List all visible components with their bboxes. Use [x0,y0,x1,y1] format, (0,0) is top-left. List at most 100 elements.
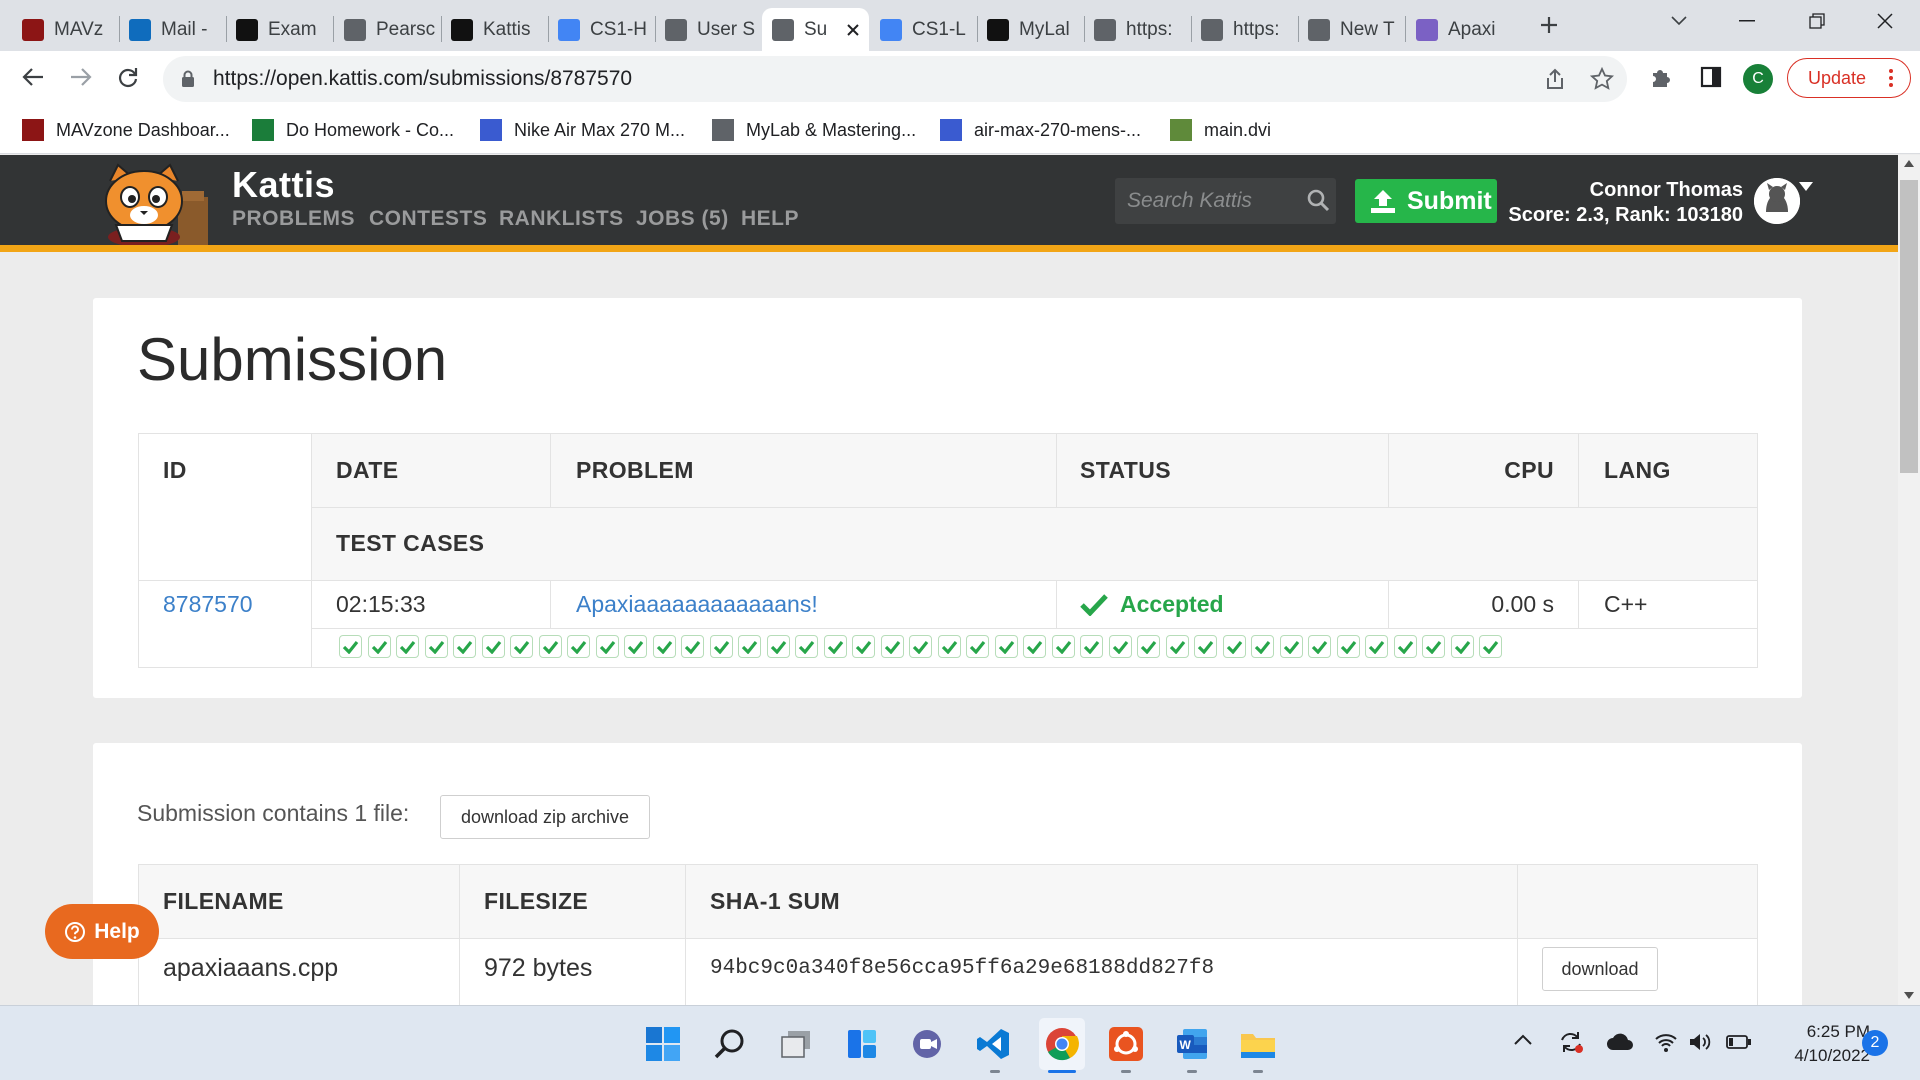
test-case-passed[interactable] [1165,635,1189,658]
ubuntu-app-icon[interactable] [1106,1024,1146,1064]
url-text[interactable]: https://open.kattis.com/submissions/8787… [213,64,632,94]
download-zip-button[interactable]: download zip archive [440,795,650,839]
browser-tab[interactable]: Mail - [119,8,226,51]
task-view-icon[interactable] [776,1024,816,1064]
chrome-taskbar-icon[interactable] [1039,1018,1085,1070]
test-case-passed[interactable] [481,635,505,658]
browser-tab[interactable]: Kattis [441,8,548,51]
bookmark-item[interactable]: air-max-270-mens-... [940,114,1141,146]
bookmark-item[interactable]: MAVzone Dashboar... [22,114,230,146]
bookmark-item[interactable]: Do Homework - Co... [252,114,454,146]
battery-icon[interactable] [1726,1034,1752,1050]
file-explorer-icon[interactable] [1238,1024,1278,1064]
test-case-passed[interactable] [1194,635,1217,658]
teams-chat-icon[interactable] [908,1024,948,1064]
test-case-passed[interactable] [852,635,875,658]
lock-icon[interactable] [178,68,198,90]
share-icon[interactable] [1540,64,1570,94]
test-case-passed[interactable] [1023,635,1046,658]
bookmark-star-icon[interactable] [1587,64,1617,94]
restore-button[interactable] [1790,0,1844,42]
download-file-button[interactable]: download [1542,947,1658,991]
test-case-passed[interactable] [538,635,562,658]
test-case-passed[interactable] [652,635,676,658]
browser-tab[interactable]: CS1-L [870,8,977,51]
submit-button[interactable]: Submit [1355,179,1497,223]
test-case-passed[interactable] [994,635,1018,658]
extensions-puzzle-icon[interactable] [1646,62,1676,92]
browser-tab[interactable]: MAVz [12,8,119,51]
browser-tab[interactable]: CS1-H [548,8,655,51]
test-case-passed[interactable] [1422,635,1445,658]
user-info[interactable]: Connor Thomas Score: 2.3, Rank: 103180 [1500,178,1743,228]
back-button[interactable] [18,62,48,92]
close-tab-icon[interactable] [847,23,859,36]
test-case-passed[interactable] [709,635,733,658]
scroll-up-arrow-icon[interactable] [1904,160,1914,167]
browser-tab[interactable]: https: [1084,8,1191,51]
test-case-passed[interactable] [1308,635,1331,658]
test-case-passed[interactable] [937,635,961,658]
profile-avatar[interactable]: C [1743,64,1773,94]
test-case-passed[interactable] [681,635,704,658]
vscode-icon[interactable] [973,1024,1013,1064]
test-case-passed[interactable] [1051,635,1075,658]
test-case-passed[interactable] [909,635,932,658]
browser-tab[interactable]: User S [655,8,762,51]
system-clock[interactable]: 6:25 PM 4/10/2022 [1760,1020,1870,1068]
browser-tab[interactable]: Su [762,8,869,51]
test-case-passed[interactable] [1251,635,1274,658]
test-case-passed[interactable] [510,635,533,658]
browser-tab[interactable]: New T [1298,8,1405,51]
forward-button[interactable] [66,62,96,92]
test-case-passed[interactable] [595,635,619,658]
onedrive-cloud-icon[interactable] [1606,1033,1634,1051]
test-case-passed[interactable] [1137,635,1160,658]
scrollbar-thumb[interactable] [1900,180,1918,473]
close-window-button[interactable] [1858,0,1912,42]
word-icon[interactable]: W [1172,1024,1212,1064]
search-icon[interactable] [1306,188,1330,212]
test-case-passed[interactable] [1108,635,1132,658]
test-case-passed[interactable] [880,635,904,658]
test-case-passed[interactable] [396,635,419,658]
test-case-passed[interactable] [1393,635,1417,658]
test-case-passed[interactable] [766,635,790,658]
kattis-cat-logo[interactable] [96,163,214,245]
test-case-passed[interactable] [966,635,989,658]
nav-item-problems[interactable]: PROBLEMS [232,207,355,231]
reload-button[interactable] [113,62,143,92]
submission-id-link[interactable]: 8787570 [163,580,253,628]
help-button[interactable]: Help [45,904,159,959]
problem-link[interactable]: Apaxiaaaaaaaaaaaans! [576,580,818,628]
search-taskbar-icon[interactable] [710,1024,750,1064]
test-case-passed[interactable] [1222,635,1246,658]
test-case-passed[interactable] [1365,635,1388,658]
tab-search-button[interactable] [1652,0,1706,42]
update-button[interactable]: Update [1787,58,1911,98]
bookmark-item[interactable]: MyLab & Mastering... [712,114,916,146]
sync-icon[interactable] [1558,1030,1584,1054]
minimize-button[interactable] [1720,0,1774,42]
test-case-passed[interactable] [1479,635,1502,658]
nav-item-contests[interactable]: CONTESTS [369,207,487,231]
new-tab-button[interactable] [1522,4,1576,46]
test-case-passed[interactable] [567,635,590,658]
browser-tab[interactable]: Apaxi [1406,8,1513,51]
browser-tab[interactable]: Exam [226,8,333,51]
test-case-passed[interactable] [367,635,391,658]
test-case-passed[interactable] [823,635,847,658]
test-case-passed[interactable] [795,635,818,658]
test-case-passed[interactable] [1336,635,1360,658]
wifi-icon[interactable] [1654,1032,1678,1052]
browser-tab[interactable]: MyLal [977,8,1084,51]
test-case-passed[interactable] [424,635,448,658]
widgets-icon[interactable] [842,1024,882,1064]
browser-tab[interactable]: https: [1191,8,1298,51]
nav-item-help[interactable]: HELP [741,207,799,231]
bookmark-item[interactable]: Nike Air Max 270 M... [480,114,685,146]
test-case-passed[interactable] [453,635,476,658]
bookmark-item[interactable]: main.dvi [1170,114,1271,146]
test-case-passed[interactable] [1279,635,1303,658]
side-panel-icon[interactable] [1696,62,1726,92]
